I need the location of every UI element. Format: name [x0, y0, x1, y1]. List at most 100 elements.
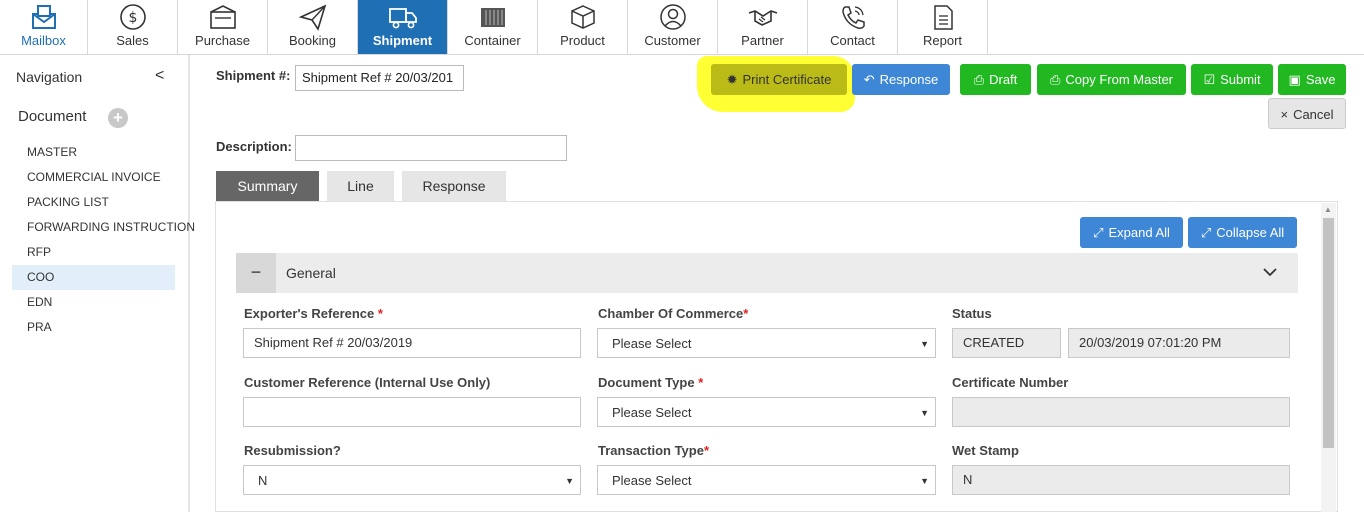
collapse-all-button[interactable]: ⤢ Collapse All — [1188, 217, 1297, 248]
collapse-icon: ⤢ — [1200, 225, 1212, 240]
tab-summary[interactable]: Summary — [216, 171, 319, 202]
floppy-icon: ▣ — [1288, 72, 1301, 87]
draft-button[interactable]: ⎙ Draft — [960, 64, 1031, 95]
resubmission-label: Resubmission? — [244, 443, 341, 458]
nav-sales[interactable]: $ Sales — [88, 0, 178, 54]
nav-purchase[interactable]: Purchase — [178, 0, 268, 54]
tab-response[interactable]: Response — [402, 171, 506, 202]
scrollbar-thumb[interactable] — [1323, 218, 1334, 448]
nav-label: Sales — [116, 33, 149, 48]
dollar-icon: $ — [119, 4, 146, 30]
nav-partner[interactable]: Partner — [718, 0, 808, 54]
expand-icon: ⤢ — [1093, 225, 1104, 240]
document-type-select[interactable]: Please Select ▼ — [597, 397, 936, 427]
sidebar-item-packing-list[interactable]: PACKING LIST — [12, 190, 190, 215]
sidebar-item-master[interactable]: MASTER — [12, 140, 190, 165]
nav-label: Partner — [741, 33, 784, 48]
sidebar-item-pra[interactable]: PRA — [12, 315, 190, 340]
sidebar-item-rfp[interactable]: RFP — [12, 240, 190, 265]
nav-customer[interactable]: Customer — [628, 0, 718, 54]
nav-container[interactable]: Container — [448, 0, 538, 54]
chamber-of-commerce-label: Chamber Of Commerce* — [598, 306, 749, 321]
sidebar-item-edn[interactable]: EDN — [12, 290, 190, 315]
resubmission-select[interactable]: N ▼ — [243, 465, 581, 495]
document-type-label: Document Type * — [598, 375, 704, 390]
badge-icon: ✹ — [726, 72, 738, 87]
paper-plane-icon — [298, 4, 326, 31]
general-toggle-button[interactable]: − — [236, 253, 276, 293]
add-document-icon[interactable]: + — [108, 108, 128, 128]
general-section-title: General — [286, 265, 336, 281]
sidebar-item-commercial-invoice[interactable]: COMMERCIAL INVOICE — [12, 165, 190, 190]
container-icon — [480, 8, 505, 27]
scroll-up-icon[interactable]: ▲ — [1324, 205, 1332, 214]
shipment-number-input[interactable]: Shipment Ref # 20/03/201 — [295, 65, 464, 91]
chamber-of-commerce-select[interactable]: Please Select ▼ — [597, 328, 936, 358]
sidebar-section-title: Document — [18, 108, 87, 125]
expand-all-label: Expand All — [1108, 225, 1170, 240]
sidebar-item-forwarding-instruction[interactable]: FORWARDING INSTRUCTION — [12, 215, 195, 240]
copy-from-master-label: Copy From Master — [1065, 72, 1174, 87]
chevron-down-icon[interactable] — [1262, 265, 1278, 279]
nav-contact[interactable]: Contact — [808, 0, 898, 54]
sidebar-collapse-icon[interactable]: < — [155, 67, 164, 85]
nav-label: Purchase — [195, 33, 250, 48]
nav-product[interactable]: Product — [538, 0, 628, 54]
dropdown-caret-icon: ▼ — [920, 476, 929, 486]
chamber-of-commerce-value: Please Select — [612, 336, 692, 351]
description-label: Description: — [216, 139, 292, 154]
status-timestamp-field: 20/03/2019 07:01:20 PM — [1068, 328, 1290, 358]
exporters-reference-input[interactable]: Shipment Ref # 20/03/2019 — [243, 328, 581, 358]
customer-reference-label: Customer Reference (Internal Use Only) — [244, 375, 491, 390]
copy-from-master-button[interactable]: ⎙ Copy From Master — [1037, 64, 1186, 95]
cancel-label: Cancel — [1293, 107, 1334, 122]
nav-booking[interactable]: Booking — [268, 0, 358, 54]
nav-label: Booking — [289, 33, 336, 48]
nav-label: Contact — [830, 33, 875, 48]
submit-label: Submit — [1220, 72, 1261, 87]
printer-icon: ⎙ — [973, 72, 985, 87]
reply-icon: ↶ — [863, 72, 875, 87]
sidebar: Navigation < Document + MASTER COMMERCIA… — [0, 55, 195, 512]
nav-label: Mailbox — [21, 33, 66, 48]
save-button[interactable]: ▣ Save — [1278, 64, 1346, 95]
phone-icon — [841, 6, 865, 29]
top-navigation: Mailbox $ Sales Purchase Booking Shipmen… — [0, 0, 1364, 55]
certificate-number-field — [952, 397, 1290, 427]
mailbox-icon — [31, 5, 56, 29]
transaction-type-label: Transaction Type* — [598, 443, 710, 458]
dropdown-caret-icon: ▼ — [565, 476, 574, 486]
document-type-value: Please Select — [612, 405, 692, 420]
status-field: CREATED — [952, 328, 1061, 358]
response-button[interactable]: ↶ Response — [852, 64, 950, 95]
dropdown-caret-icon: ▼ — [920, 408, 929, 418]
print-certificate-button[interactable]: ✹ Print Certificate — [711, 64, 847, 95]
nav-label: Container — [464, 33, 521, 48]
nav-label: Report — [922, 33, 963, 48]
cancel-button[interactable]: × Cancel — [1268, 98, 1346, 129]
wet-stamp-label: Wet Stamp — [952, 443, 1019, 458]
document-list: MASTER COMMERCIAL INVOICE PACKING LIST F… — [12, 140, 195, 340]
shipment-number-label: Shipment #: — [216, 68, 291, 83]
printer-icon: ⎙ — [1049, 72, 1061, 87]
svg-text:$: $ — [128, 10, 137, 26]
nav-report[interactable]: Report — [898, 0, 988, 54]
truck-icon — [388, 8, 417, 29]
tab-line[interactable]: Line — [327, 171, 394, 202]
exporters-reference-label: Exporter's Reference * — [244, 306, 383, 321]
submit-button[interactable]: ☑ Submit — [1191, 64, 1273, 95]
general-section-header[interactable] — [236, 253, 1298, 293]
save-label: Save — [1305, 72, 1336, 87]
sidebar-item-coo[interactable]: COO — [12, 265, 175, 290]
wet-stamp-field: N — [952, 465, 1290, 495]
expand-all-button[interactable]: ⤢ Expand All — [1080, 217, 1183, 248]
dropdown-caret-icon: ▼ — [920, 339, 929, 349]
person-icon — [659, 4, 686, 30]
handshake-icon — [748, 10, 777, 26]
certificate-number-label: Certificate Number — [952, 375, 1069, 390]
description-input[interactable] — [295, 135, 567, 161]
nav-mailbox[interactable]: Mailbox — [0, 0, 88, 54]
customer-reference-input[interactable] — [243, 397, 581, 427]
transaction-type-select[interactable]: Please Select ▼ — [597, 465, 936, 495]
nav-shipment[interactable]: Shipment — [358, 0, 448, 54]
